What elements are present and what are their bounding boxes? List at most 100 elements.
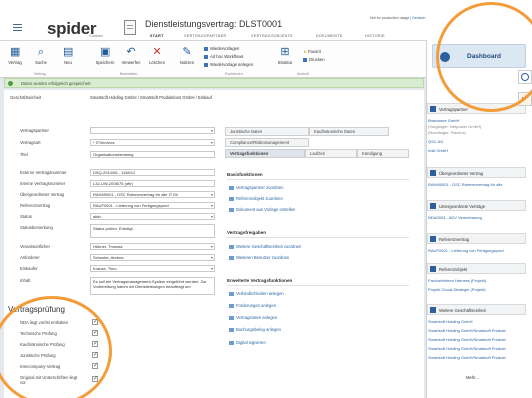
document-icon: ▦ xyxy=(10,46,21,58)
language-link[interactable]: Deutsch xyxy=(412,16,425,20)
action-vertragspartner-zuordnen[interactable]: Vertragspartner zuordnen xyxy=(229,185,284,190)
verantwortlicher-select[interactable]: Hübner, Thomas xyxy=(90,243,215,250)
save-icon: ▣ xyxy=(100,46,111,58)
tab-historie[interactable]: HISTORIE xyxy=(365,34,385,38)
action-dokument-erstellen[interactable]: Dokument aus Vorlage erstellen xyxy=(229,207,295,212)
group-label-funktionen: Funktionen xyxy=(225,72,243,76)
uebergeordneter-vertrag-select[interactable]: RAHM0001 - DSC Rahmenvertrag für alle IT… xyxy=(90,191,215,198)
search-icon: ⌕ xyxy=(37,46,45,58)
parent-contract-link[interactable]: RAHM0001 - DSC Rahmenvertrag für alle xyxy=(428,182,502,187)
uebergeordneter-vertrag-box: Übergeordneter Vertrag xyxy=(427,167,526,178)
box-title: Übergeordneter Vertrag xyxy=(439,171,483,176)
erweiterte-funktionen-title: Erweiterte Vertragsfunktionen xyxy=(227,278,293,283)
einkaufer-select[interactable]: Krause, Timo xyxy=(90,265,215,272)
suche-button[interactable]: ⌕ Suche xyxy=(28,46,54,66)
action-label: Digital signieren xyxy=(236,340,266,345)
tab-start[interactable]: START xyxy=(150,34,164,38)
action-vertragsraten[interactable]: Vertragsraten anlegen xyxy=(229,315,277,320)
action-geschaeftseinheit-zuordnen[interactable]: Weitere Geschäftseinheit zuordnen xyxy=(229,244,301,249)
button-label: Suche xyxy=(35,60,47,65)
action-label: Weiteren Benutzer zuordnen xyxy=(236,255,290,260)
page-title: Dienstleistungsvertrag: DLST0001 xyxy=(145,19,283,29)
action-label: Verbindlichkeiten anlegen xyxy=(236,291,284,296)
button-label: Notizen xyxy=(179,60,195,65)
vertragsart-select[interactable]: * ITServices xyxy=(90,139,215,146)
new-icon: ▤ xyxy=(63,46,74,58)
child-contract-link[interactable]: NDA0003 - ADV Vereinbarung xyxy=(428,215,482,220)
tab-juristische-daten[interactable]: Juristische Daten xyxy=(225,127,309,136)
tab-kuendigung[interactable]: Kündigung xyxy=(357,149,409,158)
structure-icon: ⊞ xyxy=(280,46,290,58)
field-label: Titel xyxy=(20,152,28,157)
business-unit-link[interactable]: Smartsoft Holding GmbH/Smartsoft Produkt xyxy=(428,328,506,333)
tab-vertragsobjekte[interactable]: VERTRAGSOBJEKTE xyxy=(251,34,293,38)
reference-object-link[interactable]: Projekt Cloud-Strategie (Projekt) xyxy=(428,287,486,292)
partner-link[interactable]: Brainwave GmbH xyxy=(428,118,459,123)
contract-document-icon xyxy=(124,20,136,35)
wiedervorlage-anlegen-button[interactable]: Wiedervorlage anlegen xyxy=(204,62,253,67)
business-unit-link[interactable]: Smartsoft Holding GmbH xyxy=(428,319,472,324)
neu-button[interactable]: ▤ Neu xyxy=(55,46,81,66)
externe-vertragsnummer-input[interactable]: DSQ-2014/06 - 1138/12 xyxy=(90,169,215,176)
action-label: Vertragsraten anlegen xyxy=(236,315,278,320)
business-unit-icon xyxy=(229,244,234,249)
tab-dokumente[interactable]: DOKUMENTE xyxy=(316,34,343,38)
partner-link[interactable]: QSC AG xyxy=(428,139,443,144)
vertragsfreigaben-title: Vertragsfreigaben xyxy=(227,230,267,235)
loeschen-button[interactable]: ✕ Löschen xyxy=(144,47,170,66)
statusbemerkung-textarea[interactable]: Status prüfen. Erledigt. xyxy=(90,224,215,238)
button-label: Drucken xyxy=(309,57,325,62)
status-select[interactable]: aktiv xyxy=(90,213,215,220)
business-unit-link[interactable]: Smartsoft Holding GmbH/Smartsoft Produkt xyxy=(428,337,506,342)
vertragspartner-select[interactable] xyxy=(90,127,215,134)
verwerfen-button[interactable]: ↶ Verwerfen xyxy=(118,47,144,66)
tab-compliance[interactable]: Compliance/Risikomanagement xyxy=(225,138,309,147)
ad-hoc-workflows-button[interactable]: Ad hoc Workflows xyxy=(204,54,243,59)
struktur-button[interactable]: ⊞ Struktur xyxy=(272,46,298,66)
notizen-button[interactable]: ✎ Notizen xyxy=(174,47,200,66)
child-contract-icon xyxy=(430,203,436,209)
business-unit-link[interactable]: Smartsoft Holding GmbH/Smartsoft Produkt xyxy=(428,346,506,351)
menu-icon[interactable] xyxy=(13,24,22,31)
business-unit-link[interactable]: Smartsoft Holding GmbH/Smartsoft Produkt xyxy=(428,355,506,360)
signature-icon xyxy=(229,340,234,345)
action-verbindlichkeiten[interactable]: Verbindlichkeiten anlegen xyxy=(229,291,284,296)
reference-contract-link[interactable]: RAUF0001 - Lieferung von Fertigungsprod xyxy=(428,248,504,253)
action-benutzer-zuordnen[interactable]: Weiteren Benutzer zuordnen xyxy=(229,255,289,260)
anforderer-select[interactable]: Schuster, Andrea xyxy=(90,254,215,261)
field-label: Inhalt xyxy=(20,278,31,283)
titel-input[interactable]: Organisationsberatung xyxy=(90,151,215,158)
action-digital-signieren[interactable]: Digital signieren xyxy=(229,340,266,345)
tab-vertragsfunktionen[interactable]: Vertragsfunktionen xyxy=(225,149,305,158)
box-title: Weitere Geschäftseinheit xyxy=(439,308,486,313)
partner-link[interactable]: Insit GmbH xyxy=(428,148,448,153)
wiedervorlagen-button[interactable]: Wiedervorlagen xyxy=(204,46,239,51)
speichern-button[interactable]: ▣ Speichern xyxy=(92,46,118,66)
vertrag-button[interactable]: ▦ Vertrag xyxy=(2,46,28,66)
geschaeftseinheit-value: Smartsoft Holding GmbH / Smartsoft Produ… xyxy=(90,95,212,100)
field-label: Interne Vertragsnummer xyxy=(20,181,66,186)
tab-vertragspartner[interactable]: VERTRAGSPARTNER xyxy=(184,34,227,38)
interne-vertragsnummer-input[interactable]: L32-UW-2008/75 (aftr) xyxy=(90,180,215,187)
inhalt-textarea[interactable]: Es soll ein Vertragsmanagement-System ei… xyxy=(90,277,215,295)
drucken-button[interactable]: Drucken xyxy=(303,57,325,62)
tab-laufzeit[interactable]: Laufzeit xyxy=(305,149,357,158)
favorit-button[interactable]: ★ Favorit xyxy=(303,49,321,54)
tab-kaufmaennische-daten[interactable]: Kaufmännische Daten xyxy=(309,127,389,136)
star-icon: ★ xyxy=(303,49,307,54)
action-buchungsbeleg[interactable]: Buchungsbeleg anlegen xyxy=(229,327,281,332)
action-referenzobjekt-zuordnen[interactable]: Referenzobjekt zuordnen xyxy=(229,196,283,201)
more-link[interactable]: Mehr... xyxy=(466,375,479,380)
button-label: Verwerfen xyxy=(121,60,141,65)
referenzvertrag-box: Referenzvertrag xyxy=(427,233,526,244)
action-label: Referenzobjekt zuordnen xyxy=(236,196,283,201)
geschaeftseinheit-label: Geschäftseinheit xyxy=(10,95,42,100)
field-label: Vertragspartner xyxy=(20,128,49,133)
action-forderungen[interactable]: Forderungen anlegen xyxy=(229,303,276,308)
referenzvertrag-select[interactable]: RAUF0001 - Lieferung von Fertigungsprod xyxy=(90,202,215,209)
button-label: Löschen xyxy=(149,60,165,65)
button-label: Neu xyxy=(64,60,72,65)
installment-icon xyxy=(229,315,234,320)
action-label: Dokument aus Vorlage erstellen xyxy=(236,207,296,212)
reference-object-link[interactable]: Fachverfahren Harness (Projekt) xyxy=(428,278,486,283)
